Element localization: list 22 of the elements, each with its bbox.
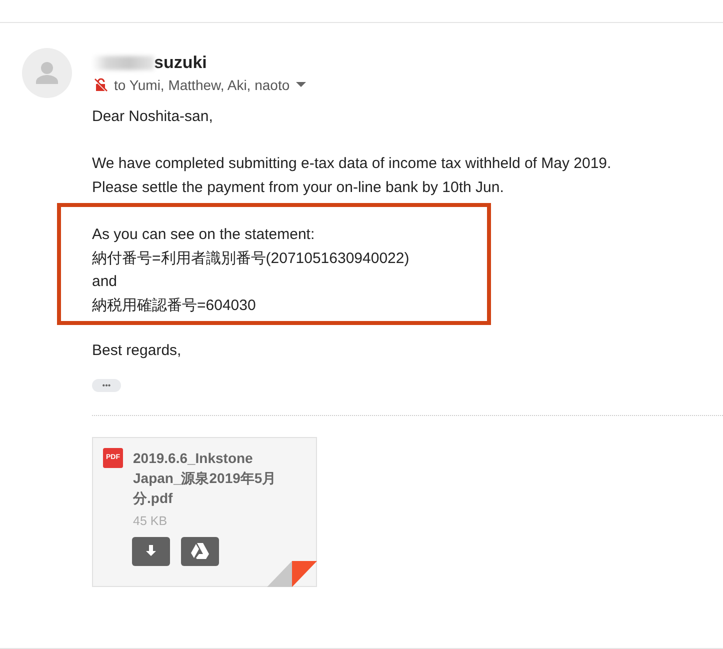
- dropdown-caret-icon[interactable]: [296, 82, 306, 88]
- body-text: 納税用確認番号=604030: [92, 296, 257, 316]
- recipients-list[interactable]: to Yumi, Matthew, Aki, naoto: [114, 77, 290, 93]
- body-text: Please settle the payment from your on-line bank by 10th Jun.: [92, 178, 505, 198]
- closing-text: Best regards,: [92, 341, 182, 361]
- show-trimmed-button[interactable]: •••: [92, 378, 121, 392]
- unlocked-lock-icon: [92, 77, 108, 93]
- body-text: As you can see on the statement:: [92, 225, 316, 245]
- download-icon: [144, 544, 158, 558]
- person-icon: [36, 62, 58, 84]
- redaction-blur: [92, 56, 154, 70]
- sender-name: suzuki: [154, 53, 207, 73]
- greeting-text: Dear Noshita-san,: [92, 107, 214, 127]
- attachment-filename: 2019.6.6_Inkstone Japan_源泉2019年5月分.pdf: [133, 448, 278, 508]
- drive-button[interactable]: [181, 536, 219, 566]
- page-curl-icon: [267, 560, 317, 586]
- body-text: 納付番号=利用者識別番号(2071051630940022): [92, 248, 410, 268]
- body-text: We have completed submitting e-tax data of income tax withheld of May 2019.: [92, 154, 612, 174]
- attachment-size: 45 KB: [133, 514, 168, 528]
- body-text: and: [92, 272, 118, 292]
- download-button[interactable]: [132, 536, 170, 566]
- triangle-icon: [190, 542, 210, 560]
